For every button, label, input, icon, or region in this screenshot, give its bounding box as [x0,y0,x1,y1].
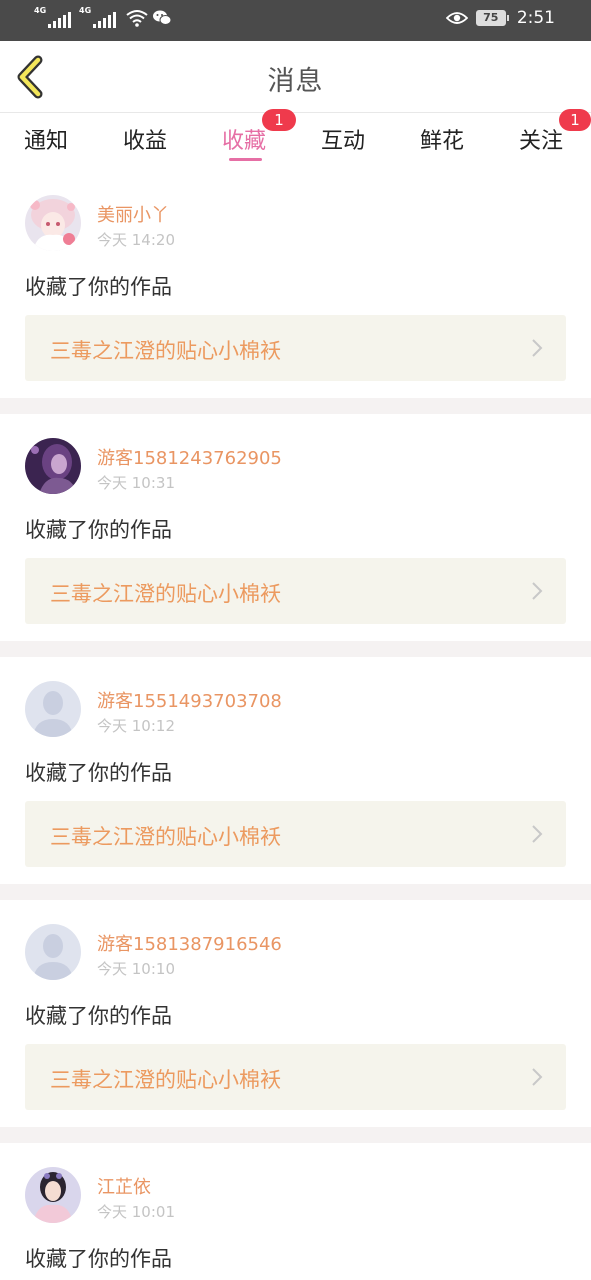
signal-sim1-icon: 4G [34,6,71,28]
username[interactable]: 游客1581387916546 [97,930,282,956]
timestamp: 今天 10:10 [97,960,175,978]
tab-bar: 通知 收益 收藏 互动 鲜花 关注 1 1 [0,109,591,171]
tab-label: 互动 [321,129,366,154]
eye-comfort-icon [445,12,468,24]
item-divider [0,398,591,414]
tab-label: 收益 [123,129,168,154]
page-title: 消息 [267,66,324,97]
tab-label: 收藏 [222,129,267,154]
timestamp: 今天 10:12 [97,717,175,735]
list-item: 游客1581387916546 今天 10:10 收藏了你的作品 三毒之江澄的贴… [0,900,591,1127]
avatar[interactable] [25,681,81,737]
header: 消息 [0,41,591,113]
default-user-avatar-icon [25,924,81,980]
chevron-right-icon [532,339,543,357]
status-right: 75 2:51 [445,8,555,28]
follows-unread-badge: 1 [559,109,591,131]
avatar[interactable] [25,195,81,251]
timestamp: 今天 10:31 [97,474,175,492]
signal-sim2-icon: 4G [79,6,116,28]
list-item: 美丽小丫 今天 14:20 收藏了你的作品 三毒之江澄的贴心小棉袄 [0,171,591,398]
work-title: 三毒之江澄的贴心小棉袄 [50,825,281,849]
wifi-icon [126,10,148,27]
avatar[interactable] [25,1167,81,1223]
network-type-label: 4G [79,6,92,15]
username[interactable]: 游客1551493703708 [97,687,282,713]
work-link[interactable]: 三毒之江澄的贴心小棉袄 [25,558,566,624]
purple-photo-avatar-icon [25,438,81,494]
tab-flowers[interactable]: 鲜花 [420,123,464,155]
action-text: 收藏了你的作品 [25,275,172,299]
default-user-avatar-icon [25,681,81,737]
favorites-feed: 美丽小丫 今天 14:20 收藏了你的作品 三毒之江澄的贴心小棉袄 游客1581… [0,171,591,1273]
action-text: 收藏了你的作品 [25,1004,172,1028]
list-item: 江芷依 今天 10:01 收藏了你的作品 [0,1143,591,1273]
anime-girl-avatar-icon [25,195,81,251]
avatar[interactable] [25,438,81,494]
item-divider [0,1127,591,1143]
clock: 2:51 [516,8,555,28]
active-tab-indicator [229,158,262,161]
list-item: 游客1581243762905 今天 10:31 收藏了你的作品 三毒之江澄的贴… [0,414,591,641]
costume-photo-avatar-icon [25,1167,81,1223]
timestamp: 今天 10:01 [97,1203,175,1221]
network-type-label: 4G [34,6,47,15]
tab-label: 鲜花 [420,129,465,154]
avatar[interactable] [25,924,81,980]
tab-label: 通知 [24,129,69,154]
work-title: 三毒之江澄的贴心小棉袄 [50,582,281,606]
tab-earnings[interactable]: 收益 [123,123,167,155]
action-text: 收藏了你的作品 [25,761,172,785]
tab-notifications[interactable]: 通知 [24,123,68,155]
work-link[interactable]: 三毒之江澄的贴心小棉袄 [25,801,566,867]
work-link[interactable]: 三毒之江澄的贴心小棉袄 [25,1044,566,1110]
work-title: 三毒之江澄的贴心小棉袄 [50,339,281,363]
item-divider [0,884,591,900]
tab-label: 关注 [519,129,564,154]
tab-follows[interactable]: 关注 [519,123,563,155]
action-text: 收藏了你的作品 [25,518,172,542]
work-link[interactable]: 三毒之江澄的贴心小棉袄 [25,315,566,381]
chevron-right-icon [532,582,543,600]
username[interactable]: 美丽小丫 [97,201,169,227]
tab-interactions[interactable]: 互动 [321,123,365,155]
username[interactable]: 江芷依 [97,1173,151,1199]
chevron-right-icon [532,825,543,843]
timestamp: 今天 14:20 [97,231,175,249]
work-title: 三毒之江澄的贴心小棉袄 [50,1068,281,1092]
tab-favorites[interactable]: 收藏 [222,123,266,155]
action-text: 收藏了你的作品 [25,1247,172,1271]
battery-level: 75 [475,10,506,26]
chevron-right-icon [532,1068,543,1086]
status-bar: 4G 4G 75 2:51 [0,0,591,41]
username[interactable]: 游客1581243762905 [97,444,282,470]
list-item: 游客1551493703708 今天 10:12 收藏了你的作品 三毒之江澄的贴… [0,657,591,884]
status-left: 4G 4G [34,6,172,28]
favorites-unread-badge: 1 [262,109,296,131]
battery-icon: 75 [475,10,509,26]
wechat-icon [153,10,172,25]
item-divider [0,641,591,657]
